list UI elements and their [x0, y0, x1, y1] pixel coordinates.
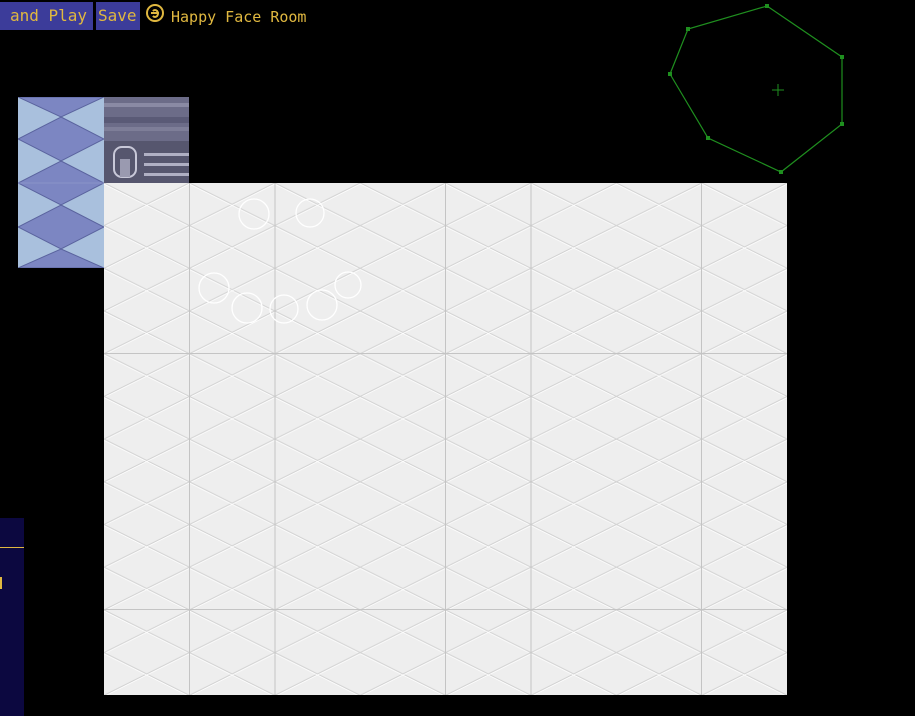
save-and-play-button[interactable]: and Play	[0, 2, 93, 30]
machine-tile[interactable]	[104, 97, 189, 183]
side-panel	[0, 518, 24, 716]
room-floor-grid[interactable]	[104, 183, 787, 695]
room-title: Happy Face Room	[171, 8, 307, 26]
diamond-tile[interactable]	[18, 97, 104, 268]
navigation-minimap[interactable]	[660, 0, 860, 180]
smiley-icon	[146, 4, 164, 22]
save-button[interactable]: Save	[96, 2, 140, 30]
crosshair-icon	[772, 84, 784, 96]
